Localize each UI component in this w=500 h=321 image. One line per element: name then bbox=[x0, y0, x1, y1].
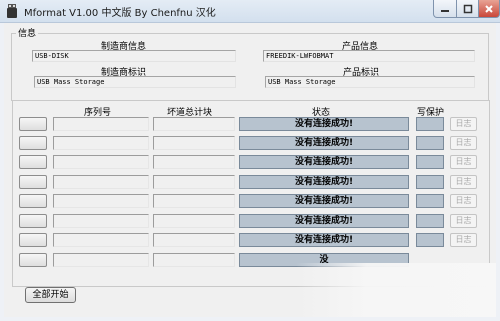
row-select-button[interactable] bbox=[19, 117, 47, 131]
maximize-button[interactable] bbox=[456, 0, 479, 18]
info-group bbox=[11, 33, 489, 101]
status-cell: 没有连接成功! bbox=[239, 194, 409, 208]
usb-drive-icon bbox=[7, 4, 17, 18]
row-select-button[interactable] bbox=[19, 253, 47, 267]
bad-blocks-cell bbox=[153, 117, 235, 131]
minimize-button[interactable] bbox=[433, 0, 457, 18]
log-button[interactable]: 日志 bbox=[450, 233, 477, 247]
status-cell: 没有连接成功! bbox=[239, 117, 409, 131]
client-area: 信息 制造商信息 USB-DISK 产品信息 FREEDIK-LWFOBMAT … bbox=[4, 23, 496, 317]
row-select-button[interactable] bbox=[19, 175, 47, 189]
vendor-info-field: USB-DISK bbox=[32, 50, 236, 62]
serial-cell bbox=[53, 253, 149, 267]
bad-blocks-cell bbox=[153, 155, 235, 169]
window-title: Mformat V1.00 中文版 By Chenfnu 汉化 bbox=[24, 8, 216, 19]
status-cell: 没有连接成功! bbox=[239, 136, 409, 150]
serial-cell bbox=[53, 194, 149, 208]
bad-blocks-cell bbox=[153, 175, 235, 189]
status-cell: 没 bbox=[239, 253, 409, 267]
start-all-button[interactable]: 全部开始 bbox=[25, 287, 76, 303]
serial-cell bbox=[53, 136, 149, 150]
log-button[interactable]: 日志 bbox=[450, 136, 477, 150]
row-select-button[interactable] bbox=[19, 155, 47, 169]
title-bar[interactable]: Mformat V1.00 中文版 By Chenfnu 汉化 bbox=[0, 0, 500, 23]
serial-cell bbox=[53, 155, 149, 169]
bad-blocks-cell bbox=[153, 214, 235, 228]
info-group-label: 信息 bbox=[16, 26, 39, 39]
bad-blocks-cell bbox=[153, 194, 235, 208]
serial-cell bbox=[53, 175, 149, 189]
maximize-icon bbox=[463, 4, 472, 13]
product-info-field: FREEDIK-LWFOBMAT bbox=[263, 50, 475, 62]
write-protect-cell bbox=[416, 233, 444, 247]
vendor-id-field: USB Mass Storage bbox=[34, 76, 236, 88]
serial-cell bbox=[53, 233, 149, 247]
write-protect-cell bbox=[416, 175, 444, 189]
log-button[interactable]: 日志 bbox=[450, 194, 477, 208]
status-cell: 没有连接成功! bbox=[239, 155, 409, 169]
minimize-icon bbox=[441, 9, 449, 12]
write-protect-cell bbox=[416, 194, 444, 208]
close-icon bbox=[485, 4, 493, 13]
status-cell: 没有连接成功! bbox=[239, 214, 409, 228]
row-select-button[interactable] bbox=[19, 136, 47, 150]
product-id-field: USB Mass Storage bbox=[265, 76, 475, 88]
row-select-button[interactable] bbox=[19, 214, 47, 228]
bad-blocks-cell bbox=[153, 233, 235, 247]
status-cell: 没有连接成功! bbox=[239, 175, 409, 189]
log-button[interactable]: 日志 bbox=[450, 155, 477, 169]
write-protect-cell bbox=[416, 155, 444, 169]
serial-cell bbox=[53, 117, 149, 131]
log-button[interactable]: 日志 bbox=[450, 117, 477, 131]
write-protect-cell bbox=[416, 136, 444, 150]
log-button[interactable]: 日志 bbox=[450, 175, 477, 189]
close-button[interactable] bbox=[478, 0, 500, 18]
write-protect-cell bbox=[416, 214, 444, 228]
row-select-button[interactable] bbox=[19, 194, 47, 208]
mformat-window: Mformat V1.00 中文版 By Chenfnu 汉化 信息 制造商信息… bbox=[0, 0, 500, 321]
log-button[interactable]: 日志 bbox=[450, 214, 477, 228]
serial-cell bbox=[53, 214, 149, 228]
bad-blocks-cell bbox=[153, 253, 235, 267]
bad-blocks-cell bbox=[153, 136, 235, 150]
write-protect-cell bbox=[416, 117, 444, 131]
status-cell: 没有连接成功! bbox=[239, 233, 409, 247]
row-select-button[interactable] bbox=[19, 233, 47, 247]
